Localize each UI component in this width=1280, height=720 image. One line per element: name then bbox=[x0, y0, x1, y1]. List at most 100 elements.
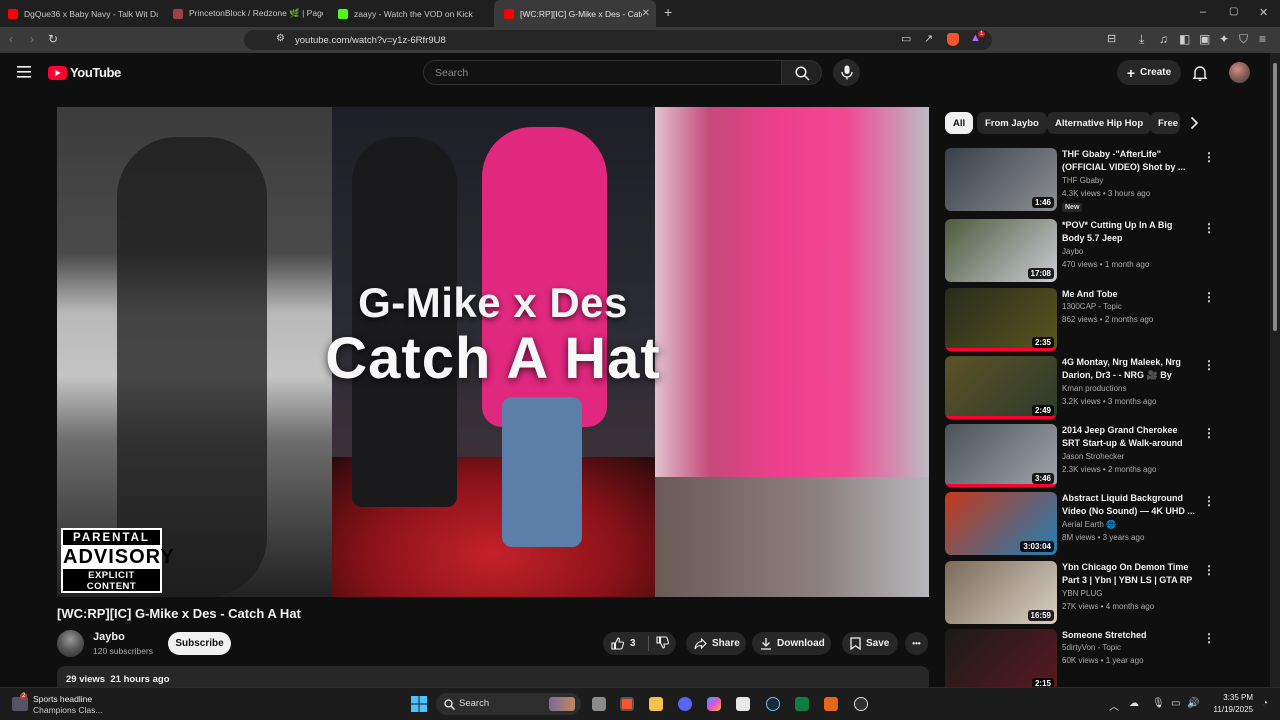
obs-icon[interactable] bbox=[854, 697, 868, 711]
recommended-video-title[interactable]: Me And Tobe bbox=[1062, 288, 1197, 301]
new-tab-button[interactable]: + bbox=[664, 4, 672, 20]
search-input[interactable]: Search bbox=[423, 60, 782, 85]
more-options-icon[interactable]: ⋮ bbox=[1203, 221, 1215, 235]
leo-ai-icon[interactable]: ✦ bbox=[1219, 32, 1229, 46]
channel-avatar[interactable] bbox=[57, 630, 84, 657]
video-thumbnail[interactable]: 2:35 bbox=[945, 288, 1057, 351]
recommended-video-title[interactable]: Ybn Chicago On Demon Time Part 3 | Ybn |… bbox=[1062, 561, 1197, 587]
recommended-channel-name[interactable]: 1300CAP - Topic bbox=[1062, 302, 1122, 311]
video-player[interactable]: G-Mike x Des Catch A Hat PARENTAL ADVISO… bbox=[57, 107, 929, 597]
recommended-video[interactable]: 1:46 THF Gbaby -"AfterLife" (OFFICIAL VID… bbox=[945, 148, 1215, 212]
download-icon[interactable]: ⤓ bbox=[1139, 32, 1144, 47]
more-options-icon[interactable]: ⋮ bbox=[1203, 290, 1215, 304]
site-info-icon[interactable]: ⚙ bbox=[276, 33, 285, 44]
file-explorer-icon[interactable] bbox=[649, 697, 663, 711]
discord-icon[interactable] bbox=[678, 697, 692, 711]
chevron-right-icon[interactable] bbox=[1189, 116, 1199, 135]
windows-start-icon[interactable] bbox=[411, 696, 427, 717]
more-options-icon[interactable]: ⋮ bbox=[1203, 358, 1215, 372]
copilot-icon[interactable] bbox=[707, 697, 721, 711]
page-scrollbar[interactable] bbox=[1270, 53, 1280, 687]
youtube-logo[interactable]: YouTube bbox=[48, 65, 121, 80]
video-thumbnail[interactable]: 2:15 bbox=[945, 629, 1057, 692]
reload-icon[interactable]: ↻ bbox=[48, 32, 58, 46]
recommended-video-title[interactable]: THF Gbaby -"AfterLife" (OFFICIAL VIDEO) … bbox=[1062, 148, 1197, 174]
channel-name[interactable]: Jaybo bbox=[93, 631, 125, 643]
more-options-icon[interactable]: ⋮ bbox=[1203, 426, 1215, 440]
forward-icon[interactable]: › bbox=[30, 32, 34, 46]
save-button[interactable]: Save bbox=[842, 632, 898, 655]
recommended-video[interactable]: 3:46 2014 Jeep Grand Cherokee SRT Start-u… bbox=[945, 424, 1215, 488]
more-options-icon[interactable]: ⋮ bbox=[1203, 150, 1215, 164]
vpn-icon[interactable]: ⛉ bbox=[1239, 32, 1248, 47]
clock[interactable]: 3:35 PM 11/19/2025 bbox=[1205, 692, 1253, 716]
share-button[interactable]: Share bbox=[686, 632, 746, 655]
chip-alternative-hip-hop[interactable]: Alternative Hip Hop bbox=[1047, 112, 1152, 134]
network-icon[interactable]: ▭ bbox=[1171, 698, 1180, 709]
microsoft-store-icon[interactable] bbox=[736, 697, 750, 711]
chip-free[interactable]: Free bbox=[1150, 112, 1180, 134]
more-options-icon[interactable]: ⋮ bbox=[1203, 563, 1215, 577]
tray-overflow-icon[interactable]: ︿ bbox=[1109, 698, 1119, 713]
video-thumbnail[interactable]: 2:49 bbox=[945, 356, 1057, 419]
recommended-video[interactable]: 2:35 Me And Tobe 1300CAP - Topic 862 views … bbox=[945, 288, 1215, 352]
restore-button[interactable]: ▢ bbox=[1229, 6, 1238, 17]
video-thumbnail[interactable]: 16:59 bbox=[945, 561, 1057, 624]
more-options-icon[interactable]: ⋮ bbox=[1203, 631, 1215, 645]
excel-icon[interactable] bbox=[795, 697, 809, 711]
share-page-icon[interactable]: ↗ bbox=[924, 32, 933, 45]
create-button[interactable]: + Create bbox=[1117, 60, 1181, 85]
recommended-video-title[interactable]: Someone Stretched bbox=[1062, 629, 1197, 642]
guide-menu-icon[interactable] bbox=[17, 65, 31, 83]
recommended-channel-name[interactable]: Jason Strohecker bbox=[1062, 452, 1124, 461]
chip-all[interactable]: All bbox=[945, 112, 974, 134]
video-thumbnail[interactable]: 3:46 bbox=[945, 424, 1057, 487]
browser-tab-2[interactable]: PrincetonBlock / Redzone 🌿 | Page bbox=[173, 0, 323, 27]
scrollbar-thumb[interactable] bbox=[1273, 63, 1277, 331]
close-tab-icon[interactable]: ✕ bbox=[642, 8, 650, 19]
minimize-button[interactable]: – bbox=[1200, 6, 1206, 18]
menu-icon[interactable]: ≡ bbox=[1259, 32, 1266, 46]
video-thumbnail[interactable]: 17:08 bbox=[945, 219, 1057, 282]
dislike-button[interactable] bbox=[649, 635, 669, 652]
recommended-channel-name[interactable]: Jaybo bbox=[1062, 247, 1083, 256]
notification-center-icon[interactable]: ◔ bbox=[1262, 698, 1268, 709]
more-options-icon[interactable]: ⋮ bbox=[1203, 494, 1215, 508]
recommended-video[interactable]: 2:15 Someone Stretched 5dirtyVon - Topic 60… bbox=[945, 629, 1215, 693]
more-actions-button[interactable]: ••• bbox=[905, 632, 928, 655]
recommended-channel-name[interactable]: YBN PLUG bbox=[1062, 589, 1102, 598]
video-thumbnail[interactable]: 3:03:04 bbox=[945, 492, 1057, 555]
volume-icon[interactable]: 🔊 bbox=[1187, 698, 1199, 709]
search-button[interactable] bbox=[781, 60, 822, 85]
account-avatar[interactable] bbox=[1229, 62, 1250, 83]
recommended-channel-name[interactable]: Aerial Earth 🌐 bbox=[1062, 520, 1116, 529]
recommended-video-title[interactable]: 2014 Jeep Grand Cherokee SRT Start-up & … bbox=[1062, 424, 1197, 450]
recommended-video-title[interactable]: Abstract Liquid Background Video (No Sou… bbox=[1062, 492, 1197, 518]
news-widget[interactable]: 2 Sports headline Champions Clas... bbox=[12, 693, 132, 717]
steam-icon[interactable] bbox=[766, 697, 780, 711]
recommended-channel-name[interactable]: THF Gbaby bbox=[1062, 176, 1103, 185]
browser-tab-active[interactable]: [WC:RP][IC] G-Mike x Des - Catc ✕ bbox=[494, 0, 656, 27]
close-window-button[interactable]: ✕ bbox=[1259, 6, 1268, 19]
recommended-video[interactable]: 17:08 *POV* Cutting Up In A Big Body 5.7 … bbox=[945, 219, 1215, 283]
sidebar-icon[interactable]: ◧ bbox=[1179, 32, 1190, 46]
onedrive-icon[interactable]: ☁ bbox=[1129, 698, 1139, 709]
microphone-tray-icon[interactable]: 🎙 bbox=[1152, 698, 1165, 709]
recommended-video[interactable]: 2:49 4G Montay, Nrg Maleek, Nrg Darion, D… bbox=[945, 356, 1215, 420]
recommended-video[interactable]: 16:59 Ybn Chicago On Demon Time Part 3 | … bbox=[945, 561, 1215, 625]
back-icon[interactable]: ‹ bbox=[9, 32, 13, 46]
video-thumbnail[interactable]: 1:46 bbox=[945, 148, 1057, 211]
voice-search-button[interactable] bbox=[833, 59, 860, 86]
recommended-video-title[interactable]: *POV* Cutting Up In A Big Body 5.7 Jeep bbox=[1062, 219, 1197, 245]
app-icon[interactable] bbox=[824, 697, 838, 711]
chip-from-channel[interactable]: From Jaybo bbox=[977, 112, 1047, 134]
address-bar[interactable]: ⚙ youtube.com/watch?v=y1z-6Rfr9U8 ▭ ↗ ▲ … bbox=[244, 30, 992, 50]
wallet-icon[interactable]: ▣ bbox=[1199, 32, 1210, 46]
brave-browser-icon[interactable] bbox=[620, 697, 634, 711]
recommended-video-title[interactable]: 4G Montay, Nrg Maleek, Nrg Darion, Dr3 -… bbox=[1062, 356, 1197, 382]
like-button[interactable]: 3 bbox=[603, 637, 648, 650]
taskbar-search[interactable]: Search bbox=[436, 693, 581, 715]
recommended-channel-name[interactable]: 5dirtyVon - Topic bbox=[1062, 643, 1121, 652]
cast-icon[interactable]: ▭ bbox=[901, 32, 911, 45]
notifications-bell-icon[interactable] bbox=[1192, 65, 1208, 86]
